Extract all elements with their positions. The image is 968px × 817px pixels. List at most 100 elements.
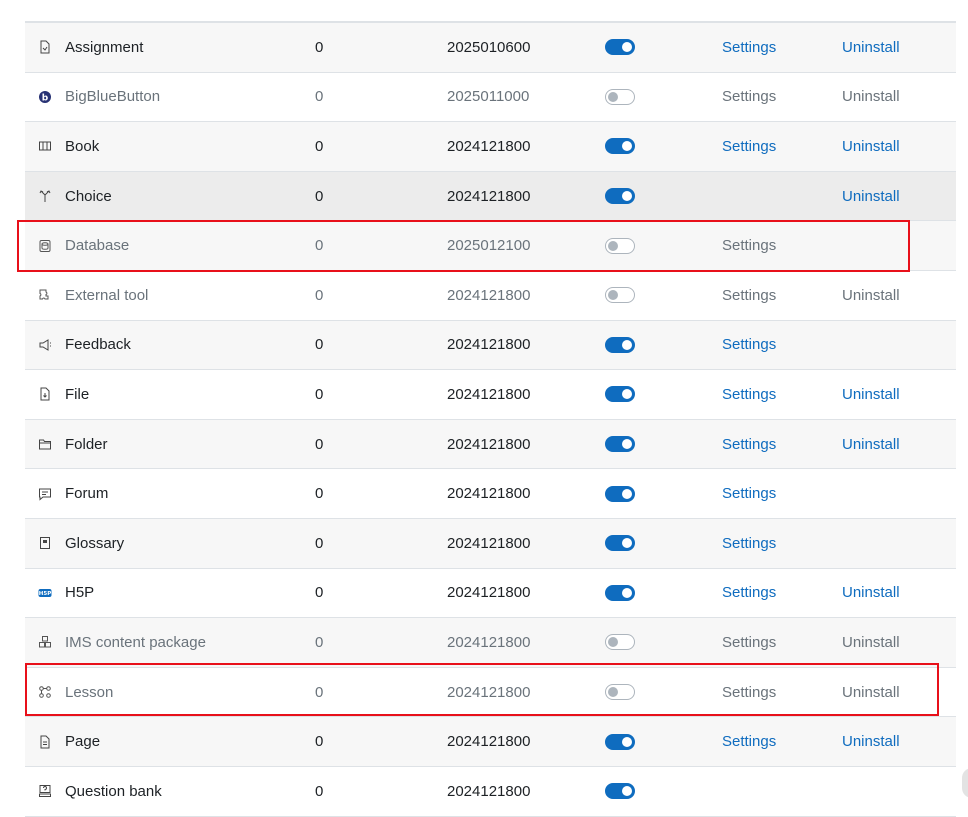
table-row: Folder 0 2024121800 Settings Uninstall bbox=[25, 419, 956, 470]
lesson-icon bbox=[37, 668, 53, 717]
plugin-name: Database bbox=[65, 237, 130, 255]
table-row: Lesson 0 2024121800 Settings Uninstall bbox=[25, 668, 956, 718]
uninstall-link[interactable]: Uninstall bbox=[842, 569, 900, 618]
settings-link[interactable]: Settings bbox=[722, 23, 776, 72]
settings-link[interactable]: Settings bbox=[722, 569, 776, 618]
table-header: Name Activities Version Enabled Settings… bbox=[25, 0, 956, 23]
enabled-cell bbox=[605, 122, 635, 171]
table-row: b BigBlueButton 0 2025011000 Settings Uninsta… bbox=[25, 73, 956, 123]
enabled-toggle[interactable] bbox=[605, 88, 635, 105]
enabled-cell bbox=[605, 668, 635, 717]
toggle-knob bbox=[608, 240, 618, 251]
settings-link[interactable]: Settings bbox=[722, 668, 776, 717]
plugins-table: Name Activities Version Enabled Settings… bbox=[25, 0, 956, 817]
toggle-knob bbox=[622, 538, 632, 549]
table-row: External tool 0 2024121800 Settings Uninstal… bbox=[25, 271, 956, 321]
settings-link[interactable]: Settings bbox=[722, 420, 776, 469]
settings-link[interactable]: Settings bbox=[722, 321, 776, 370]
settings-link[interactable]: Settings bbox=[722, 122, 776, 171]
enabled-toggle[interactable] bbox=[605, 684, 635, 701]
settings-link[interactable]: Settings bbox=[722, 221, 776, 270]
settings-link[interactable]: Settings bbox=[722, 519, 776, 568]
activities-count: 0 bbox=[315, 237, 324, 255]
enabled-toggle[interactable] bbox=[605, 287, 635, 304]
enabled-cell bbox=[605, 569, 635, 618]
activities-count: 0 bbox=[315, 633, 324, 651]
uninstall-link[interactable]: Uninstall bbox=[842, 717, 900, 766]
enabled-toggle[interactable] bbox=[605, 535, 635, 552]
plugin-name: Choice bbox=[65, 187, 112, 205]
uninstall-link[interactable]: Uninstall bbox=[842, 172, 900, 221]
plugin-name: Page bbox=[65, 733, 101, 751]
activities-count: 0 bbox=[315, 782, 324, 800]
enabled-toggle[interactable] bbox=[605, 733, 635, 750]
enabled-toggle[interactable] bbox=[605, 39, 635, 56]
version-number: 2024121800 bbox=[447, 683, 531, 701]
settings-link[interactable]: Settings bbox=[722, 618, 776, 667]
enabled-toggle[interactable] bbox=[605, 436, 635, 453]
header-activities: Activities bbox=[315, 0, 382, 21]
activities-count: 0 bbox=[315, 534, 324, 552]
bigbluebutton-icon: b bbox=[37, 73, 53, 122]
table-row: Assignment 0 2025010600 Settings Uninstall bbox=[25, 23, 956, 73]
uninstall-link[interactable]: Uninstall bbox=[842, 73, 900, 122]
table-row: Choice 0 2024121800 Uninstall bbox=[25, 171, 956, 222]
assignment-icon bbox=[37, 23, 53, 72]
database-icon bbox=[37, 221, 53, 270]
enabled-cell bbox=[605, 73, 635, 122]
toggle-knob bbox=[622, 389, 632, 400]
version-number: 2024121800 bbox=[447, 286, 531, 304]
enabled-cell bbox=[605, 271, 635, 320]
enabled-toggle[interactable] bbox=[605, 584, 635, 601]
uninstall-link[interactable]: Uninstall bbox=[842, 618, 900, 667]
activities-count: 0 bbox=[315, 683, 324, 701]
enabled-cell bbox=[605, 519, 635, 568]
uninstall-link[interactable]: Uninstall bbox=[842, 122, 900, 171]
settings-link[interactable]: Settings bbox=[722, 73, 776, 122]
enabled-toggle[interactable] bbox=[605, 188, 635, 205]
enabled-toggle[interactable] bbox=[605, 237, 635, 254]
uninstall-link[interactable]: Uninstall bbox=[842, 271, 900, 320]
uninstall-link[interactable]: Uninstall bbox=[842, 370, 900, 419]
plugin-name: H5P bbox=[65, 584, 95, 602]
settings-link[interactable]: Settings bbox=[722, 469, 776, 518]
plugin-name: Assignment bbox=[65, 38, 144, 56]
plugin-name: Lesson bbox=[65, 683, 114, 701]
svg-text:H5P: H5P bbox=[39, 591, 51, 597]
table-row: IMS content package 0 2024121800 Settings Un… bbox=[25, 618, 956, 668]
enabled-toggle[interactable] bbox=[605, 386, 635, 403]
enabled-toggle[interactable] bbox=[605, 336, 635, 353]
toggle-knob bbox=[622, 736, 632, 747]
table-row: Feedback 0 2024121800 Settings bbox=[25, 320, 956, 371]
activities-count: 0 bbox=[315, 385, 324, 403]
external-tool-icon bbox=[37, 271, 53, 320]
version-number: 2025010600 bbox=[447, 38, 531, 56]
enabled-cell bbox=[605, 767, 635, 816]
plugin-name: Forum bbox=[65, 485, 109, 503]
uninstall-link[interactable]: Uninstall bbox=[842, 420, 900, 469]
settings-link[interactable]: Settings bbox=[722, 370, 776, 419]
table-row: Forum 0 2024121800 Settings bbox=[25, 469, 956, 519]
settings-link[interactable]: Settings bbox=[722, 271, 776, 320]
plugin-name: Book bbox=[65, 137, 100, 155]
header-name[interactable]: Name bbox=[65, 0, 106, 21]
enabled-toggle[interactable] bbox=[605, 138, 635, 155]
settings-link[interactable]: Settings bbox=[722, 717, 776, 766]
enabled-toggle[interactable] bbox=[605, 485, 635, 502]
scroll-handle[interactable] bbox=[962, 768, 968, 798]
toggle-knob bbox=[608, 91, 618, 102]
uninstall-link[interactable]: Uninstall bbox=[842, 23, 900, 72]
table-row: Database 0 2025012100 Settings bbox=[25, 221, 956, 271]
version-number: 2024121800 bbox=[447, 485, 531, 503]
header-settings: Settings bbox=[722, 0, 781, 21]
version-number: 2024121800 bbox=[447, 435, 531, 453]
enabled-toggle[interactable] bbox=[605, 634, 635, 651]
enabled-cell bbox=[605, 221, 635, 270]
toggle-knob bbox=[622, 439, 632, 450]
uninstall-link[interactable]: Uninstall bbox=[842, 668, 900, 717]
enabled-cell bbox=[605, 370, 635, 419]
version-number: 2024121800 bbox=[447, 187, 531, 205]
enabled-cell bbox=[605, 420, 635, 469]
toggle-knob bbox=[608, 687, 618, 698]
activities-count: 0 bbox=[315, 38, 324, 56]
